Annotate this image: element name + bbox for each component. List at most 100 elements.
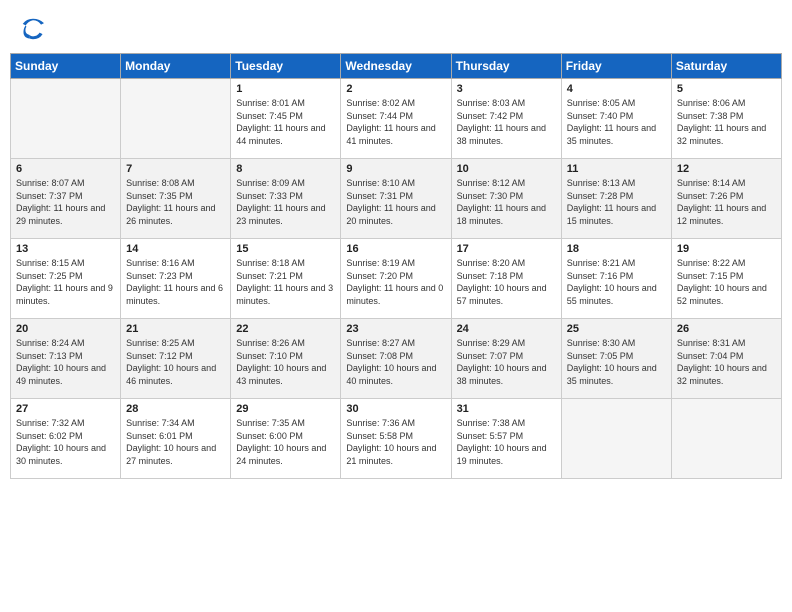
calendar-day-cell xyxy=(671,399,781,479)
day-info: Sunrise: 8:30 AM Sunset: 7:05 PM Dayligh… xyxy=(567,337,666,387)
calendar-day-cell: 28Sunrise: 7:34 AM Sunset: 6:01 PM Dayli… xyxy=(121,399,231,479)
calendar-wrapper: SundayMondayTuesdayWednesdayThursdayFrid… xyxy=(0,53,792,489)
day-info: Sunrise: 8:07 AM Sunset: 7:37 PM Dayligh… xyxy=(16,177,115,227)
calendar-day-cell: 22 Sunrise: 8:26 AM Sunset: 7:10 PM Dayli… xyxy=(231,319,341,399)
header xyxy=(0,0,792,53)
calendar-day-header: Friday xyxy=(561,54,671,79)
calendar-day-cell: 16 Sunrise: 8:19 AM Sunset: 7:20 PM Dayli… xyxy=(341,239,451,319)
day-info: Sunrise: 8:09 AM Sunset: 7:33 PM Dayligh… xyxy=(236,177,335,227)
calendar-day-header: Thursday xyxy=(451,54,561,79)
calendar-day-cell: 21 Sunrise: 8:25 AM Sunset: 7:12 PM Dayli… xyxy=(121,319,231,399)
day-info: Sunrise: 8:16 AM Sunset: 7:23 PM Dayligh… xyxy=(126,257,225,307)
day-number: 23 xyxy=(346,323,445,335)
calendar-day-cell: 31 Sunrise: 7:38 AM Sunset: 5:57 PM Dayli… xyxy=(451,399,561,479)
day-info: Sunrise: 8:12 AM Sunset: 7:30 PM Dayligh… xyxy=(457,177,556,227)
day-info: Sunrise: 7:32 AM Sunset: 6:02 PM Dayligh… xyxy=(16,417,115,467)
day-info: Sunrise: 8:15 AM Sunset: 7:25 PM Dayligh… xyxy=(16,257,115,307)
day-number: 16 xyxy=(346,243,445,255)
calendar-day-cell: 19Sunrise: 8:22 AM Sunset: 7:15 PM Dayli… xyxy=(671,239,781,319)
calendar-day-cell: 26Sunrise: 8:31 AM Sunset: 7:04 PM Dayli… xyxy=(671,319,781,399)
calendar-day-cell: 15 Sunrise: 8:18 AM Sunset: 7:21 PM Dayli… xyxy=(231,239,341,319)
calendar-header-row: SundayMondayTuesdayWednesdayThursdayFrid… xyxy=(11,54,782,79)
page: SundayMondayTuesdayWednesdayThursdayFrid… xyxy=(0,0,792,612)
calendar-day-cell: 27 Sunrise: 7:32 AM Sunset: 6:02 PM Dayli… xyxy=(11,399,121,479)
day-number: 21 xyxy=(126,323,225,335)
calendar-week-row: 13Sunrise: 8:15 AM Sunset: 7:25 PM Dayli… xyxy=(11,239,782,319)
day-number: 4 xyxy=(567,83,666,95)
day-number: 14 xyxy=(126,243,225,255)
day-number: 17 xyxy=(457,243,556,255)
day-info: Sunrise: 8:29 AM Sunset: 7:07 PM Dayligh… xyxy=(457,337,556,387)
day-info: Sunrise: 8:21 AM Sunset: 7:16 PM Dayligh… xyxy=(567,257,666,307)
day-number: 11 xyxy=(567,163,666,175)
calendar-day-cell: 24 Sunrise: 8:29 AM Sunset: 7:07 PM Dayli… xyxy=(451,319,561,399)
calendar-day-cell: 7Sunrise: 8:08 AM Sunset: 7:35 PM Daylig… xyxy=(121,159,231,239)
calendar-day-cell: 2 Sunrise: 8:02 AM Sunset: 7:44 PM Daylig… xyxy=(341,79,451,159)
day-number: 24 xyxy=(457,323,556,335)
day-number: 5 xyxy=(677,83,776,95)
day-number: 20 xyxy=(16,323,115,335)
calendar-day-header: Monday xyxy=(121,54,231,79)
logo xyxy=(20,18,44,45)
calendar-day-cell: 8 Sunrise: 8:09 AM Sunset: 7:33 PM Daylig… xyxy=(231,159,341,239)
day-info: Sunrise: 8:25 AM Sunset: 7:12 PM Dayligh… xyxy=(126,337,225,387)
calendar-day-cell: 10 Sunrise: 8:12 AM Sunset: 7:30 PM Dayli… xyxy=(451,159,561,239)
day-info: Sunrise: 8:08 AM Sunset: 7:35 PM Dayligh… xyxy=(126,177,225,227)
calendar-day-header: Sunday xyxy=(11,54,121,79)
calendar-day-cell: 17 Sunrise: 8:20 AM Sunset: 7:18 PM Dayli… xyxy=(451,239,561,319)
calendar-day-cell: 9 Sunrise: 8:10 AM Sunset: 7:31 PM Daylig… xyxy=(341,159,451,239)
calendar-week-row: 1Sunrise: 8:01 AM Sunset: 7:45 PM Daylig… xyxy=(11,79,782,159)
day-info: Sunrise: 8:05 AM Sunset: 7:40 PM Dayligh… xyxy=(567,97,666,147)
day-info: Sunrise: 7:35 AM Sunset: 6:00 PM Dayligh… xyxy=(236,417,335,467)
day-number: 9 xyxy=(346,163,445,175)
calendar-day-cell: 23 Sunrise: 8:27 AM Sunset: 7:08 PM Dayli… xyxy=(341,319,451,399)
day-number: 27 xyxy=(16,403,115,415)
calendar-day-cell xyxy=(561,399,671,479)
calendar-table: SundayMondayTuesdayWednesdayThursdayFrid… xyxy=(10,53,782,479)
day-info: Sunrise: 8:14 AM Sunset: 7:26 PM Dayligh… xyxy=(677,177,776,227)
day-info: Sunrise: 8:18 AM Sunset: 7:21 PM Dayligh… xyxy=(236,257,335,307)
day-number: 30 xyxy=(346,403,445,415)
calendar-day-cell: 5Sunrise: 8:06 AM Sunset: 7:38 PM Daylig… xyxy=(671,79,781,159)
calendar-day-cell: 30Sunrise: 7:36 AM Sunset: 5:58 PM Dayli… xyxy=(341,399,451,479)
day-number: 12 xyxy=(677,163,776,175)
logo-icon xyxy=(22,18,44,40)
day-info: Sunrise: 8:31 AM Sunset: 7:04 PM Dayligh… xyxy=(677,337,776,387)
calendar-day-cell: 3 Sunrise: 8:03 AM Sunset: 7:42 PM Daylig… xyxy=(451,79,561,159)
day-number: 31 xyxy=(457,403,556,415)
day-number: 1 xyxy=(236,83,335,95)
calendar-day-cell: 25 Sunrise: 8:30 AM Sunset: 7:05 PM Dayli… xyxy=(561,319,671,399)
day-info: Sunrise: 8:26 AM Sunset: 7:10 PM Dayligh… xyxy=(236,337,335,387)
calendar-day-cell: 29 Sunrise: 7:35 AM Sunset: 6:00 PM Dayli… xyxy=(231,399,341,479)
calendar-day-cell: 13Sunrise: 8:15 AM Sunset: 7:25 PM Dayli… xyxy=(11,239,121,319)
day-number: 25 xyxy=(567,323,666,335)
day-info: Sunrise: 8:27 AM Sunset: 7:08 PM Dayligh… xyxy=(346,337,445,387)
day-number: 2 xyxy=(346,83,445,95)
day-number: 15 xyxy=(236,243,335,255)
day-info: Sunrise: 7:34 AM Sunset: 6:01 PM Dayligh… xyxy=(126,417,225,467)
day-number: 29 xyxy=(236,403,335,415)
day-info: Sunrise: 8:19 AM Sunset: 7:20 PM Dayligh… xyxy=(346,257,445,307)
calendar-day-cell xyxy=(121,79,231,159)
day-number: 6 xyxy=(16,163,115,175)
day-info: Sunrise: 8:24 AM Sunset: 7:13 PM Dayligh… xyxy=(16,337,115,387)
calendar-day-cell: 4 Sunrise: 8:05 AM Sunset: 7:40 PM Daylig… xyxy=(561,79,671,159)
calendar-day-cell: 6 Sunrise: 8:07 AM Sunset: 7:37 PM Daylig… xyxy=(11,159,121,239)
calendar-week-row: 27 Sunrise: 7:32 AM Sunset: 6:02 PM Dayli… xyxy=(11,399,782,479)
day-info: Sunrise: 8:10 AM Sunset: 7:31 PM Dayligh… xyxy=(346,177,445,227)
calendar-day-cell: 1Sunrise: 8:01 AM Sunset: 7:45 PM Daylig… xyxy=(231,79,341,159)
calendar-day-cell xyxy=(11,79,121,159)
day-number: 19 xyxy=(677,243,776,255)
calendar-day-cell: 14 Sunrise: 8:16 AM Sunset: 7:23 PM Dayli… xyxy=(121,239,231,319)
day-number: 3 xyxy=(457,83,556,95)
calendar-day-header: Wednesday xyxy=(341,54,451,79)
day-number: 22 xyxy=(236,323,335,335)
day-info: Sunrise: 8:02 AM Sunset: 7:44 PM Dayligh… xyxy=(346,97,445,147)
day-info: Sunrise: 7:38 AM Sunset: 5:57 PM Dayligh… xyxy=(457,417,556,467)
calendar-day-cell: 20 Sunrise: 8:24 AM Sunset: 7:13 PM Dayli… xyxy=(11,319,121,399)
calendar-day-cell: 18Sunrise: 8:21 AM Sunset: 7:16 PM Dayli… xyxy=(561,239,671,319)
day-info: Sunrise: 8:03 AM Sunset: 7:42 PM Dayligh… xyxy=(457,97,556,147)
day-number: 8 xyxy=(236,163,335,175)
day-number: 10 xyxy=(457,163,556,175)
day-info: Sunrise: 8:20 AM Sunset: 7:18 PM Dayligh… xyxy=(457,257,556,307)
